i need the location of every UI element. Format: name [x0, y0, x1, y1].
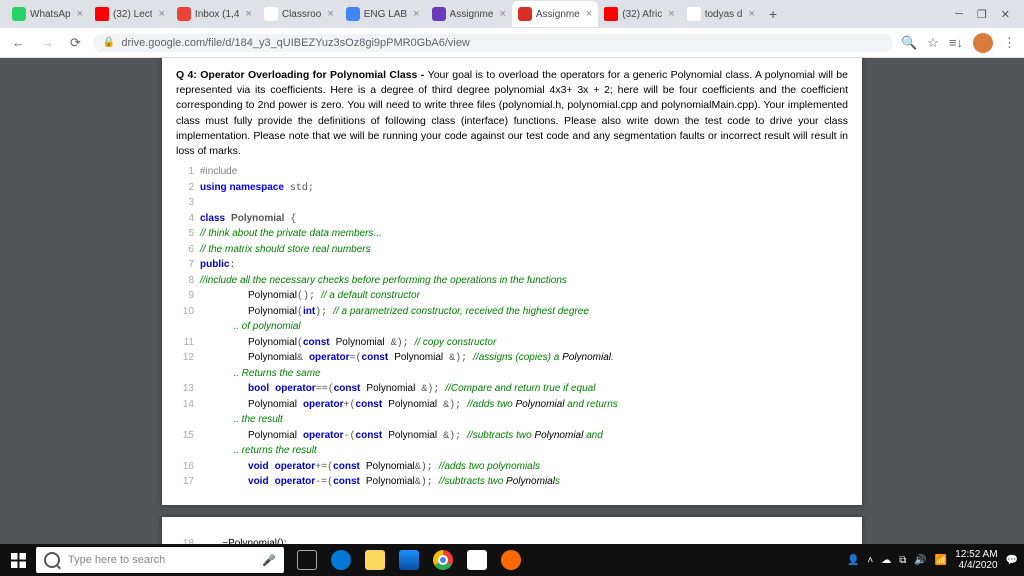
start-button[interactable]	[0, 553, 36, 568]
back-button[interactable]: ←	[8, 33, 29, 52]
people-icon[interactable]: 👤	[847, 555, 859, 566]
system-tray: 👤 ˄ ☁ ⧉ 🔊 📶 12:52 AM 4/4/2020 💬	[847, 549, 1024, 571]
tab-close-icon[interactable]: ×	[413, 8, 419, 20]
browser-tab[interactable]: Classroo ×	[258, 1, 340, 27]
forward-button[interactable]: →	[37, 33, 58, 52]
tab-close-icon[interactable]: ×	[586, 8, 592, 20]
tab-close-icon[interactable]: ×	[245, 8, 251, 20]
url-text: drive.google.com/file/d/184_y3_qUIBEZYuz…	[121, 37, 470, 49]
clock[interactable]: 12:52 AM 4/4/2020	[955, 549, 997, 571]
windows-taskbar: Type here to search 🎤 ✉ 👤 ˄ ☁ ⧉ 🔊 📶 12:5…	[0, 544, 1024, 576]
favicon	[432, 7, 446, 21]
tray-chevron[interactable]: ˄	[867, 555, 873, 566]
pdf-viewer: Q 4: Operator Overloading for Polynomial…	[0, 58, 1024, 544]
favicon	[604, 7, 618, 21]
maximize-button[interactable]: ❐	[977, 8, 987, 21]
code-block-2: 18 ~Polynomial(); 19}; 20ostream& operat…	[176, 537, 848, 544]
browser-tab-strip: WhatsAp×(32) Lect×Inbox (1,4×Classroo×EN…	[0, 0, 1024, 28]
tab-close-icon[interactable]: ×	[77, 8, 83, 20]
tab-title: (32) Afric	[622, 9, 662, 20]
chrome-icon[interactable]	[428, 545, 458, 575]
browser-tab[interactable]: ENG LAB ×	[340, 1, 426, 27]
mail-icon[interactable]: ✉	[462, 545, 492, 575]
tab-close-icon[interactable]: ×	[158, 8, 164, 20]
browser-tab[interactable]: todyas d ×	[681, 1, 761, 27]
tab-title: (32) Lect	[113, 9, 152, 20]
favicon	[12, 7, 26, 21]
search-placeholder: Type here to search	[68, 554, 165, 566]
favicon	[518, 7, 532, 21]
lock-icon: 🔒	[103, 37, 115, 48]
minimize-button[interactable]: ─	[955, 8, 963, 21]
edge-icon[interactable]	[326, 545, 356, 575]
code-block: 1#include 2using namespace std; 3 4class…	[176, 165, 848, 491]
favicon	[95, 7, 109, 21]
reload-button[interactable]: ⟳	[66, 33, 85, 53]
tab-title: WhatsAp	[30, 9, 71, 20]
taskbar-search[interactable]: Type here to search 🎤	[36, 547, 284, 573]
volume-icon[interactable]: 🔊	[914, 555, 926, 566]
tab-title: Inbox (1,4	[195, 9, 239, 20]
tab-title: todyas d	[705, 9, 743, 20]
browser-tab[interactable]: Assignme ×	[512, 1, 598, 27]
window-controls: ─ ❐ ✕	[955, 8, 1018, 21]
zoom-icon[interactable]: 🔍	[901, 35, 917, 51]
search-icon	[44, 552, 60, 568]
tab-title: ENG LAB	[364, 9, 407, 20]
address-bar[interactable]: 🔒 drive.google.com/file/d/184_y3_qUIBEZY…	[93, 34, 893, 52]
favicon	[346, 7, 360, 21]
browser-tab[interactable]: (32) Afric ×	[598, 1, 680, 27]
tab-close-icon[interactable]: ×	[668, 8, 674, 20]
file-explorer-icon[interactable]	[360, 545, 390, 575]
tab-title: Assignme	[450, 9, 494, 20]
task-view-button[interactable]	[292, 545, 322, 575]
network-icon[interactable]: ⧉	[899, 555, 906, 566]
favicon	[687, 7, 701, 21]
store-icon[interactable]	[394, 545, 424, 575]
star-icon[interactable]: ☆	[927, 35, 939, 51]
favicon	[177, 7, 191, 21]
browser-toolbar: ← → ⟳ 🔒 drive.google.com/file/d/184_y3_q…	[0, 28, 1024, 58]
taskbar-pinned: ✉	[292, 545, 526, 575]
onedrive-icon[interactable]: ☁	[881, 555, 891, 566]
browser-tab[interactable]: Inbox (1,4 ×	[171, 1, 258, 27]
reading-list-icon[interactable]: ≡↓	[949, 35, 963, 50]
new-tab-button[interactable]: +	[761, 6, 785, 22]
browser-tab[interactable]: Assignme ×	[426, 1, 512, 27]
app-icon[interactable]	[496, 545, 526, 575]
tab-close-icon[interactable]: ×	[749, 8, 755, 20]
action-center-icon[interactable]: 💬	[1006, 555, 1018, 566]
tab-close-icon[interactable]: ×	[499, 8, 505, 20]
browser-tab[interactable]: WhatsAp ×	[6, 1, 89, 27]
favicon	[264, 7, 278, 21]
browser-tab[interactable]: (32) Lect ×	[89, 1, 171, 27]
tab-title: Assignme	[536, 9, 580, 20]
menu-button[interactable]: ⋮	[1003, 35, 1016, 51]
profile-avatar[interactable]	[973, 33, 993, 53]
pdf-page-1: Q 4: Operator Overloading for Polynomial…	[162, 58, 862, 505]
tab-title: Classroo	[282, 9, 321, 20]
question-text: Q 4: Operator Overloading for Polynomial…	[176, 68, 848, 159]
close-window-button[interactable]: ✕	[1001, 8, 1010, 21]
wifi-icon[interactable]: 📶	[935, 555, 947, 566]
mic-icon[interactable]: 🎤	[262, 554, 276, 567]
tab-close-icon[interactable]: ×	[327, 8, 333, 20]
pdf-page-2: 18 ~Polynomial(); 19}; 20ostream& operat…	[162, 517, 862, 544]
